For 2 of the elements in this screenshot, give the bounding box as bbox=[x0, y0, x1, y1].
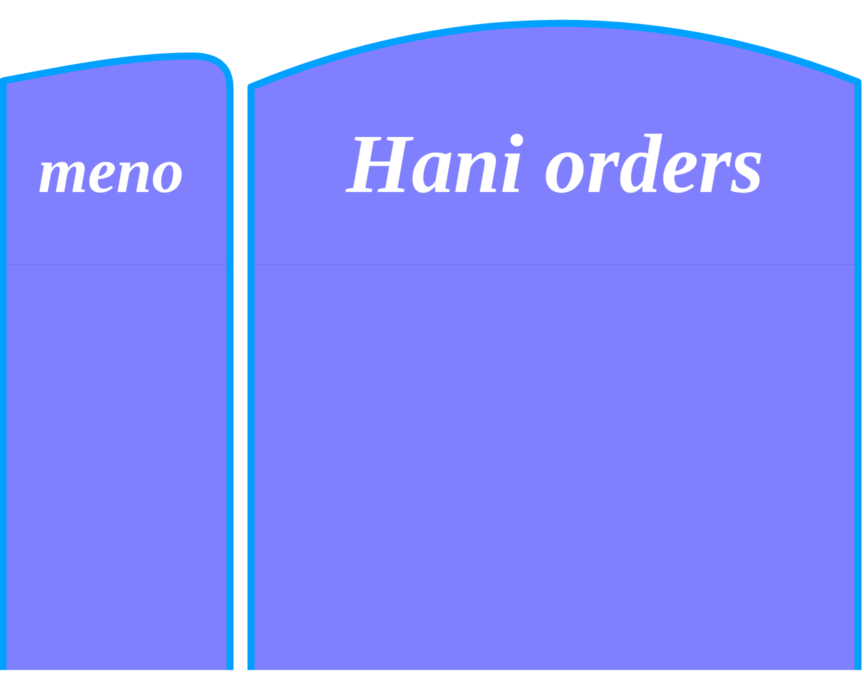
panel-title: Hani orders bbox=[346, 123, 764, 207]
panel-title: meno bbox=[38, 139, 184, 203]
